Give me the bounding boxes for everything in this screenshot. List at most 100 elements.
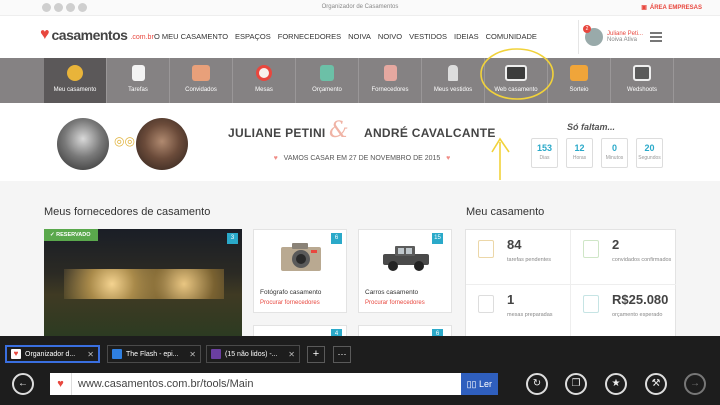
browser-tab-mail[interactable]: (15 não lidos) -... ✕ — [206, 345, 300, 363]
nav-ideias[interactable]: IDEIAS — [454, 32, 479, 41]
favorites-star-icon[interactable]: ★ — [605, 373, 627, 395]
notebook-icon — [383, 65, 397, 81]
tools-bar: Meu casamento Tarefas Convidados Mesas O… — [0, 58, 720, 103]
browser-tab-flash[interactable]: The Flash - epi... ✕ — [107, 345, 201, 363]
nav-noiva[interactable]: NOIVA — [348, 32, 371, 41]
wedding-date: ♥ VAMOS CASAR EM 27 DE NOVEMBRO DE 2015 … — [273, 155, 451, 162]
browser-tab-organizador[interactable]: ♥ Organizador d... ✕ — [5, 345, 100, 363]
clipboard-icon — [478, 240, 494, 258]
tool-convidados[interactable]: Convidados — [170, 58, 233, 103]
calculator-icon — [320, 65, 334, 81]
tool-meu-casamento[interactable]: Meu casamento — [44, 58, 107, 103]
search-suppliers-link[interactable]: Procurar fornecedores — [365, 300, 425, 306]
reserved-badge: ✓ RESERVADO — [44, 229, 99, 241]
countdown-hours: 12 Horas — [566, 138, 593, 168]
groom-photo — [136, 118, 188, 170]
bride-photo — [57, 118, 109, 170]
rings-icon — [67, 65, 83, 81]
heart-icon: ♥ — [273, 155, 278, 162]
mail-favicon — [211, 349, 221, 359]
nav-fornecedores[interactable]: FORNECEDORES — [278, 32, 341, 41]
clipboard-icon — [131, 65, 145, 81]
address-bar[interactable]: ♥ www.casamentos.com.br/tools/Main ▯▯ Le… — [50, 373, 498, 395]
summary-title: Meu casamento — [466, 206, 545, 218]
tool-meus-vestidos[interactable]: Meus vestidos — [422, 58, 485, 103]
photographer-count-badge: 6 — [331, 233, 342, 244]
briefcase-icon: ▣ — [641, 5, 647, 11]
top-bar: Organizador de Casamentos ▣ ÁREA EMPRESA… — [0, 0, 720, 16]
table-icon — [256, 65, 272, 81]
countdown-days: 153 Dias — [531, 138, 558, 168]
suppliers-title: Meus fornecedores de casamento — [44, 206, 211, 218]
venue-lights — [64, 269, 224, 299]
ampersand: & — [329, 118, 349, 143]
nav-espacos[interactable]: ESPAÇOS — [235, 32, 271, 41]
rings-icon: ◎◎ — [114, 134, 135, 148]
supplier-count-badge: 6 — [432, 329, 443, 336]
refresh-icon[interactable]: ↻ — [526, 373, 548, 395]
reading-view-button[interactable]: ▯▯ Ler — [460, 373, 498, 395]
stat-guests[interactable]: 2 convidados confirmados — [571, 230, 676, 285]
avatar: 2 — [583, 25, 603, 46]
venue-photo[interactable] — [44, 229, 242, 336]
tool-tarefas[interactable]: Tarefas — [107, 58, 170, 103]
heart-favicon: ♥ — [50, 373, 72, 395]
user-role: Noiva Ativa — [607, 37, 638, 43]
tool-web-casamento[interactable]: Web casamento — [485, 58, 548, 103]
main-nav: O MEU CASAMENTO ESPAÇOS FORNECEDORES NOI… — [154, 32, 537, 41]
tab-menu-button[interactable]: ⋯ — [333, 346, 351, 363]
calculator-icon — [583, 295, 599, 313]
supplier-card-title: Fotógrafo casamento — [260, 289, 322, 296]
site-logo[interactable]: ♥ casamentos .com.br — [40, 26, 154, 44]
supplier-count-badge: 4 — [331, 329, 342, 336]
heart-favicon: ♥ — [11, 349, 21, 359]
stat-tasks[interactable]: 84 tarefas pendentes — [466, 230, 571, 285]
search-suppliers-link[interactable]: Procurar fornecedores — [260, 300, 320, 306]
dress-icon — [448, 65, 458, 81]
summary-panel: 84 tarefas pendentes 2 convidados confir… — [465, 229, 676, 336]
tool-wedshoots[interactable]: Wedshoots — [611, 58, 674, 103]
web-page: Organizador de Casamentos ▣ ÁREA EMPRESA… — [0, 0, 720, 336]
tabs-icon[interactable]: ❐ — [565, 373, 587, 395]
website-icon — [505, 65, 527, 81]
forward-button[interactable]: → — [684, 373, 706, 395]
countdown-seconds: 20 Segundos — [636, 138, 663, 168]
venue-count-badge: 3 — [227, 233, 238, 244]
close-tab-icon[interactable]: ✕ — [288, 350, 295, 359]
close-tab-icon[interactable]: ✕ — [87, 350, 94, 359]
hamburger-menu-icon[interactable] — [650, 32, 662, 42]
heart-icon: ♥ — [446, 155, 451, 162]
guests-icon — [583, 240, 599, 258]
heart-logo-icon: ♥ — [40, 26, 50, 43]
stat-budget[interactable]: R$25.080 orçamento esperado — [571, 285, 676, 336]
user-menu[interactable]: 2 Juliane Peti... Noiva Ativa — [578, 20, 678, 54]
camera-icon — [633, 65, 651, 81]
tool-sorteio[interactable]: Sorteio — [548, 58, 611, 103]
area-empresas-link[interactable]: ▣ ÁREA EMPRESAS — [641, 4, 702, 12]
bride-name: JULIANE PETINI — [228, 126, 326, 140]
nav-noivo[interactable]: NOIVO — [378, 32, 402, 41]
gift-icon — [570, 65, 588, 81]
countdown-title: Só faltam... — [567, 122, 616, 132]
stat-tables[interactable]: 1 mesas preparadas — [466, 285, 571, 336]
car-icon — [379, 240, 433, 272]
site-tagline: Organizador de Casamentos — [321, 4, 399, 10]
url-text[interactable]: www.casamentos.com.br/tools/Main — [78, 378, 461, 390]
site-favicon — [112, 349, 122, 359]
countdown-minutes: 0 Minutos — [601, 138, 628, 168]
table-icon — [478, 295, 494, 313]
nav-comunidade[interactable]: COMUNIDADE — [486, 32, 537, 41]
supplier-card-title: Carros casamento — [365, 289, 419, 296]
tool-mesas[interactable]: Mesas — [233, 58, 296, 103]
tool-orcamento[interactable]: Orçamento — [296, 58, 359, 103]
cars-count-badge: 15 — [432, 233, 443, 244]
nav-meu-casamento[interactable]: O MEU CASAMENTO — [154, 32, 228, 41]
nav-vestidos[interactable]: VESTIDOS — [409, 32, 447, 41]
back-button[interactable]: ← — [12, 373, 34, 395]
tools-wrench-icon[interactable]: ⚒ — [645, 373, 667, 395]
guests-icon — [192, 65, 210, 81]
tool-fornecedores[interactable]: Fornecedores — [359, 58, 422, 103]
groom-name: ANDRÉ CAVALCANTE — [364, 126, 496, 140]
new-tab-button[interactable]: + — [307, 346, 325, 363]
close-tab-icon[interactable]: ✕ — [189, 350, 196, 359]
